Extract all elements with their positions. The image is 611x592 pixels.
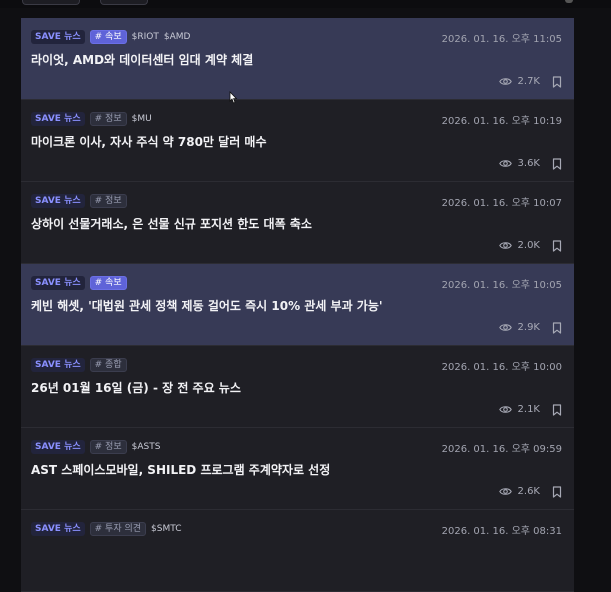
ticker-tag[interactable]: $MU [132, 114, 152, 124]
bookmark-icon[interactable] [552, 75, 562, 88]
news-title[interactable]: 26년 01월 16일 (금) - 장 전 주요 뉴스 [31, 379, 241, 396]
news-card[interactable]: SAVE 뉴스 # 속보 2026. 01. 16. 오후 10:05 케빈 해셋, … [21, 264, 574, 346]
tag-row: SAVE 뉴스 # 정보 $ASTS [31, 439, 160, 454]
view-count: 2.1K [517, 404, 540, 415]
timestamp: 2026. 01. 16. 오후 10:00 [441, 362, 562, 373]
category-tag[interactable]: # 투자 의견 [89, 521, 147, 536]
eye-icon [498, 160, 512, 167]
news-card[interactable]: SAVE 뉴스 # 정보 $MU 2026. 01. 16. 오후 10:19 마이크론… [21, 100, 574, 182]
source-badge: SAVE 뉴스 [31, 193, 85, 208]
news-title[interactable]: 케빈 해셋, '대법원 관세 정책 제동 걸어도 즉시 10% 관세 부과 가능… [31, 297, 383, 314]
tag-row: SAVE 뉴스 # 속보 $RIOT $AMD [31, 29, 190, 44]
ticker-tag[interactable]: $ASTS [132, 442, 161, 452]
category-tag[interactable]: # 속보 [89, 275, 127, 290]
news-title[interactable]: 마이크론 이사, 자사 주식 약 780만 달러 매수 [31, 133, 267, 150]
card-meta: 2.1K [498, 403, 562, 416]
timestamp: 2026. 01. 16. 오후 10:07 [441, 198, 562, 209]
bookmark-icon[interactable] [552, 157, 562, 170]
mouse-cursor-icon [229, 91, 238, 104]
category-tag[interactable]: # 속보 [89, 29, 127, 44]
bookmark-icon[interactable] [552, 239, 562, 252]
timestamp: 2026. 01. 16. 오후 10:05 [441, 280, 562, 291]
card-meta: 2.6K [498, 485, 562, 498]
source-badge: SAVE 뉴스 [31, 521, 85, 536]
news-card[interactable]: SAVE 뉴스 # 종합 2026. 01. 16. 오후 10:00 26년 01월… [21, 346, 574, 428]
card-meta: 2.0K [498, 239, 562, 252]
view-count: 2.7K [517, 76, 540, 87]
ticker-tag[interactable]: $AMD [164, 32, 191, 42]
news-card[interactable]: SAVE 뉴스 # 투자 의견 $SMTC 2026. 01. 16. 오후 08:3… [21, 510, 574, 592]
tag-row: SAVE 뉴스 # 정보 [31, 193, 127, 208]
source-badge: SAVE 뉴스 [31, 29, 85, 44]
bookmark-icon[interactable] [552, 321, 562, 334]
news-card[interactable]: SAVE 뉴스 # 속보 $RIOT $AMD 2026. 01. 16. 오후 11:… [21, 18, 574, 100]
news-feed: SAVE 뉴스 # 속보 $RIOT $AMD 2026. 01. 16. 오후 11:… [21, 18, 574, 592]
eye-icon [498, 488, 512, 495]
view-count: 2.6K [517, 486, 540, 497]
bookmark-icon[interactable] [552, 485, 562, 498]
eye-icon [498, 406, 512, 413]
category-tag[interactable]: # 정보 [89, 193, 127, 208]
view-count: 3.6K [517, 158, 540, 169]
view-count: 2.9K [517, 322, 540, 333]
tag-row: SAVE 뉴스 # 투자 의견 $SMTC [31, 521, 182, 536]
tag-row: SAVE 뉴스 # 종합 [31, 357, 127, 372]
news-title[interactable]: AST 스페이스모바일, SHILED 프로그램 주계약자로 선정 [31, 461, 330, 478]
top-indicator [565, 0, 573, 3]
news-card[interactable]: SAVE 뉴스 # 정보 2026. 01. 16. 오후 10:07 상하이 선물거… [21, 182, 574, 264]
category-tag[interactable]: # 정보 [89, 111, 127, 126]
timestamp: 2026. 01. 16. 오후 11:05 [441, 34, 562, 45]
news-title[interactable]: 라이엇, AMD와 데이터센터 임대 계약 체결 [31, 51, 253, 68]
timestamp: 2026. 01. 16. 오후 09:59 [441, 444, 562, 455]
ticker-tag[interactable]: $SMTC [151, 524, 181, 534]
eye-icon [498, 78, 512, 85]
ticker-tag[interactable]: $RIOT [132, 32, 159, 42]
card-meta: 2.9K [498, 321, 562, 334]
tag-row: SAVE 뉴스 # 정보 $MU [31, 111, 152, 126]
tag-row: SAVE 뉴스 # 속보 [31, 275, 127, 290]
view-count: 2.0K [517, 240, 540, 251]
top-control-right[interactable] [100, 0, 148, 5]
category-tag[interactable]: # 종합 [89, 357, 127, 372]
card-meta: 3.6K [498, 157, 562, 170]
source-badge: SAVE 뉴스 [31, 275, 85, 290]
top-control-left[interactable] [22, 0, 80, 5]
category-tag[interactable]: # 정보 [89, 439, 127, 454]
source-badge: SAVE 뉴스 [31, 111, 85, 126]
top-bar [0, 0, 611, 8]
eye-icon [498, 324, 512, 331]
news-title[interactable]: 상하이 선물거래소, 은 선물 신규 포지션 한도 대폭 축소 [31, 215, 312, 232]
timestamp: 2026. 01. 16. 오후 10:19 [441, 116, 562, 127]
source-badge: SAVE 뉴스 [31, 439, 85, 454]
source-badge: SAVE 뉴스 [31, 357, 85, 372]
eye-icon [498, 242, 512, 249]
timestamp: 2026. 01. 16. 오후 08:31 [441, 526, 562, 537]
card-meta: 2.7K [498, 75, 562, 88]
news-card[interactable]: SAVE 뉴스 # 정보 $ASTS 2026. 01. 16. 오후 09:59 AS… [21, 428, 574, 510]
bookmark-icon[interactable] [552, 403, 562, 416]
